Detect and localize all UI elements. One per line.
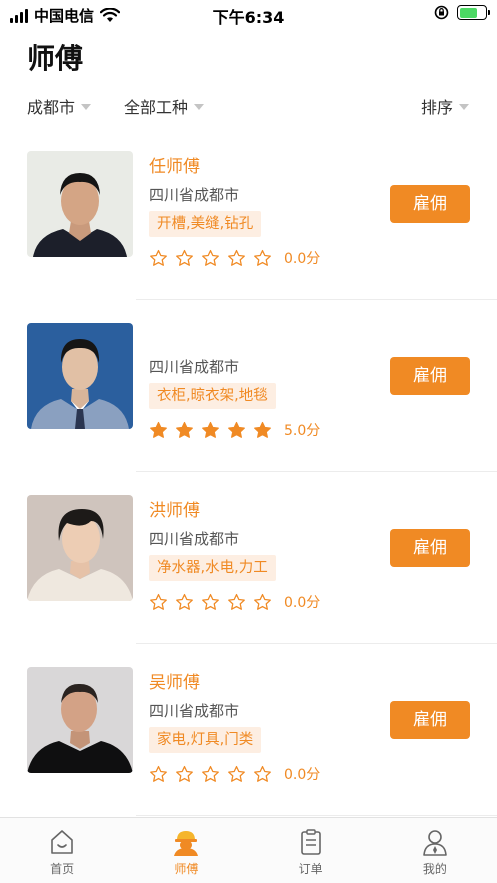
- worker-skill-tags: 开槽,美缝,钻孔: [149, 211, 262, 237]
- star-icon: [176, 593, 193, 610]
- worker-name: 洪师傅: [149, 501, 200, 521]
- star-icon: [228, 765, 245, 782]
- worker-location: 四川省成都市: [149, 358, 240, 376]
- worker-name: 任师傅: [149, 157, 200, 177]
- order-clipboard-icon: [300, 829, 321, 855]
- star-icon: [150, 593, 167, 610]
- worker-location: 四川省成都市: [149, 186, 240, 204]
- star-icon: [176, 421, 193, 438]
- star-icon: [228, 249, 245, 266]
- status-bar: 中国电信 下午6:34: [0, 0, 497, 28]
- worker-list: 任师傅 四川省成都市 开槽,美缝,钻孔 0.0分 雇佣 四川省成都市 衣柜,晾衣…: [0, 128, 497, 816]
- worker-card[interactable]: 吴师傅 四川省成都市 家电,灯具,门类 0.0分 雇佣: [0, 644, 497, 816]
- clock: 下午6:34: [212, 8, 285, 27]
- star-rating: 0.0分: [149, 592, 320, 612]
- worker-icon: [174, 831, 199, 856]
- star-icon: [202, 593, 219, 610]
- avatar: [27, 667, 133, 773]
- worker-card[interactable]: 洪师傅 四川省成都市 净水器,水电,力工 0.0分 雇佣: [0, 472, 497, 644]
- tab-label: 订单: [298, 862, 323, 876]
- tab-home[interactable]: 首页: [0, 818, 124, 883]
- home-icon: [51, 830, 73, 854]
- battery-icon: [457, 5, 490, 20]
- hire-button[interactable]: 雇佣: [390, 701, 470, 739]
- divider: [136, 815, 497, 816]
- star-icon: [254, 421, 271, 438]
- tab-workers[interactable]: 师傅: [124, 818, 248, 883]
- worker-card[interactable]: 四川省成都市 衣柜,晾衣架,地毯 5.0分 雇佣: [0, 300, 497, 472]
- star-icon: [176, 765, 193, 782]
- star-icon: [150, 765, 167, 782]
- star-rating: 0.0分: [149, 248, 320, 268]
- worker-skill-tags: 衣柜,晾衣架,地毯: [149, 383, 276, 409]
- avatar: [27, 151, 133, 257]
- star-icon: [254, 593, 271, 610]
- hire-button[interactable]: 雇佣: [390, 357, 470, 395]
- dropdown-arrow-icon: [194, 104, 205, 110]
- star-icon: [150, 421, 167, 438]
- avatar: [27, 323, 133, 429]
- star-icon: [254, 765, 271, 782]
- tab-label: 师傅: [174, 862, 199, 876]
- star-icon: [202, 765, 219, 782]
- rating-score: 5.0分: [284, 423, 321, 439]
- star-icon: [150, 249, 167, 266]
- star-icon: [202, 421, 219, 438]
- rating-score: 0.0分: [284, 595, 321, 611]
- sort-filter-label: 排序: [421, 98, 454, 117]
- rating-score: 0.0分: [284, 767, 321, 783]
- worker-name: 吴师傅: [149, 673, 200, 693]
- worker-location: 四川省成都市: [149, 702, 240, 720]
- star-icon: [228, 421, 245, 438]
- star-icon: [228, 593, 245, 610]
- star-icon: [176, 249, 193, 266]
- tab-bar: 首页 师傅 订单 我的: [0, 817, 497, 883]
- city-filter[interactable]: 成都市: [27, 94, 92, 118]
- star-rating: 5.0分: [149, 420, 320, 440]
- city-filter-label: 成都市: [27, 98, 76, 117]
- worker-card[interactable]: 任师傅 四川省成都市 开槽,美缝,钻孔 0.0分 雇佣: [0, 128, 497, 300]
- worker-skill-tags: 净水器,水电,力工: [149, 555, 276, 581]
- hire-button[interactable]: 雇佣: [390, 185, 470, 223]
- trade-filter[interactable]: 全部工种: [124, 94, 205, 118]
- worker-skill-tags: 家电,灯具,门类: [149, 727, 262, 753]
- tab-label: 我的: [422, 862, 447, 876]
- hire-button[interactable]: 雇佣: [390, 529, 470, 567]
- rating-score: 0.0分: [284, 251, 321, 267]
- star-icon: [202, 249, 219, 266]
- rotation-lock-icon: [434, 5, 449, 20]
- tab-label: 首页: [50, 862, 75, 876]
- trade-filter-label: 全部工种: [124, 98, 189, 117]
- dropdown-arrow-icon: [81, 104, 92, 110]
- worker-location: 四川省成都市: [149, 530, 240, 548]
- dropdown-arrow-icon: [459, 104, 470, 110]
- profile-icon: [423, 830, 447, 856]
- tab-orders[interactable]: 订单: [249, 818, 373, 883]
- tab-profile[interactable]: 我的: [373, 818, 497, 883]
- sort-filter[interactable]: 排序: [421, 94, 470, 118]
- star-icon: [254, 249, 271, 266]
- avatar: [27, 495, 133, 601]
- page-title: 师傅: [27, 42, 84, 75]
- star-rating: 0.0分: [149, 764, 320, 784]
